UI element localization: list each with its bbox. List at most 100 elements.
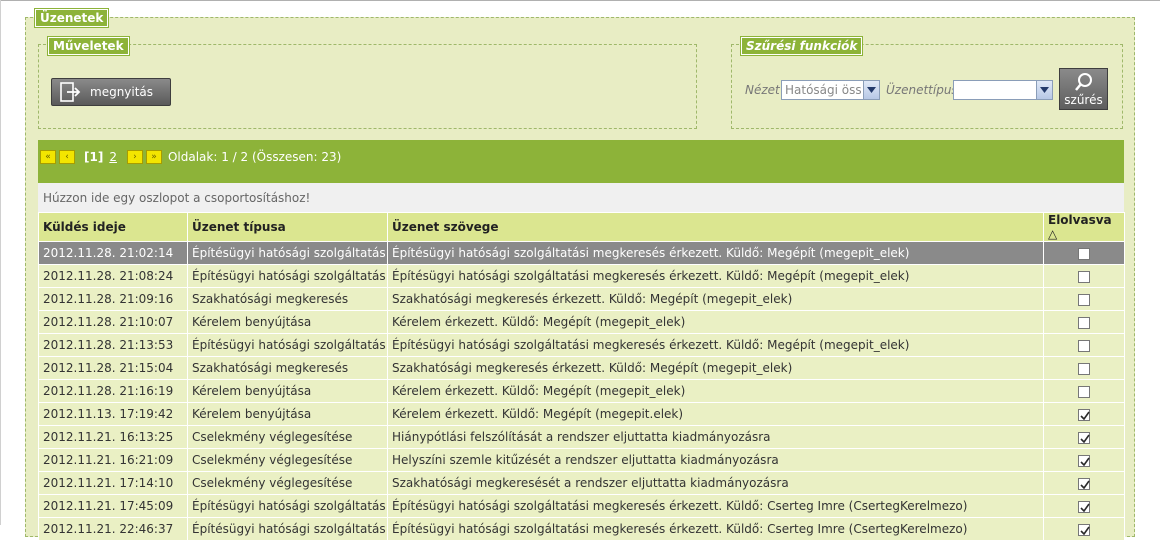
magnifier-icon (1074, 73, 1092, 91)
cell-type: Szakhatósági megkeresés (187, 356, 388, 380)
view-select[interactable]: Hatósági öss (781, 80, 880, 100)
cell-read (1043, 425, 1125, 449)
read-checkbox[interactable] (1078, 339, 1090, 352)
cell-text: Kérelem érkezett. Küldő: Megépít (megepi… (387, 402, 1044, 426)
cell-text: Hiánypótlási felszólítását a rendszer el… (387, 425, 1044, 449)
cell-type: Cselekmény véglegesítése (187, 471, 388, 495)
read-checkbox[interactable] (1078, 408, 1090, 421)
read-checkbox[interactable] (1078, 385, 1090, 398)
table-row[interactable]: 2012.11.28. 21:09:16 Szakhatósági megkere… (38, 287, 1125, 311)
cell-text: Építésügyi hatósági szolgáltatási megker… (387, 241, 1044, 265)
filter-button-label: szűrés (1064, 93, 1103, 107)
cell-type: Építésügyi hatósági szolgáltatás (187, 494, 388, 518)
cell-type: Építésügyi hatósági szolgáltatás (187, 517, 388, 541)
open-document-icon (60, 82, 81, 102)
open-button[interactable]: megnyitás (51, 78, 171, 106)
page-2-link[interactable]: 2 (109, 150, 117, 164)
table-row[interactable]: 2012.11.28. 21:10:07 Kérelem benyújtása Ké… (38, 310, 1125, 334)
table-row[interactable]: 2012.11.28. 21:08:24 Építésügyi hatósági … (38, 264, 1125, 288)
read-checkbox[interactable] (1078, 247, 1090, 260)
table-row[interactable]: 2012.11.13. 17:19:42 Kérelem benyújtása Ké… (38, 402, 1125, 426)
cell-text: Építésügyi hatósági szolgáltatási megker… (387, 494, 1044, 518)
table-row[interactable]: 2012.11.21. 16:13:25 Cselekmény véglegesí… (38, 425, 1125, 449)
filter-button[interactable]: szűrés (1059, 68, 1108, 110)
open-button-label: megnyitás (90, 85, 154, 99)
read-checkbox[interactable] (1078, 454, 1090, 467)
chevron-down-icon (1036, 81, 1052, 99)
cell-sent: 2012.11.21. 17:14:10 (38, 471, 188, 495)
cell-read (1043, 356, 1125, 380)
table-row[interactable]: 2012.11.21. 16:21:09 Cselekmény véglegesí… (38, 448, 1125, 472)
cell-read (1043, 471, 1125, 495)
first-page-button[interactable]: « (40, 150, 56, 164)
last-page-button[interactable]: » (145, 150, 162, 164)
table-row[interactable]: 2012.11.28. 21:13:53 Építésügyi hatósági … (38, 333, 1125, 357)
table-row[interactable]: 2012.11.28. 21:15:04 Szakhatósági megkere… (38, 356, 1125, 380)
table-row[interactable]: 2012.11.28. 21:02:14 Építésügyi hatósági … (38, 241, 1125, 265)
check-icon (1080, 411, 1090, 420)
prev-page-button[interactable]: ‹ (59, 150, 75, 164)
table-row[interactable]: 2012.11.21. 17:45:09 Építésügyi hatósági … (38, 494, 1125, 518)
cell-text: Szakhatósági megkeresését a rendszer elj… (387, 471, 1044, 495)
cell-text: Szakhatósági megkeresés érkezett. Küldő:… (387, 287, 1044, 311)
check-icon (1080, 503, 1090, 512)
cell-text: Építésügyi hatósági szolgáltatási megker… (387, 517, 1044, 541)
cell-sent: 2012.11.13. 17:19:42 (38, 402, 188, 426)
group-drop-area[interactable]: Húzzon ide egy oszlopot a csoportosításh… (38, 183, 1124, 212)
column-header-sent[interactable]: Küldés ideje (38, 212, 188, 242)
message-type-select[interactable] (953, 80, 1053, 100)
cell-type: Kérelem benyújtása (187, 402, 388, 426)
read-checkbox[interactable] (1078, 362, 1090, 375)
read-checkbox[interactable] (1078, 270, 1090, 283)
cell-read (1043, 310, 1125, 334)
cell-text: Kérelem érkezett. Küldő: Megépít (megepi… (387, 310, 1044, 334)
cell-read (1043, 264, 1125, 288)
cell-read (1043, 402, 1125, 426)
read-checkbox[interactable] (1078, 500, 1090, 513)
column-header-text[interactable]: Üzenet szövege (387, 212, 1044, 242)
cell-read (1043, 494, 1125, 518)
read-checkbox[interactable] (1078, 477, 1090, 490)
read-checkbox[interactable] (1078, 293, 1090, 306)
top-border (0, 0, 1160, 1)
table-row[interactable]: 2012.11.28. 21:16:19 Kérelem benyújtása Ké… (38, 379, 1125, 403)
next-page-button[interactable]: › (126, 150, 143, 164)
current-page: [1] (84, 150, 104, 164)
message-type-label: Üzenettípus (886, 83, 958, 97)
page-info: Oldalak: 1 / 2 (Összesen: 23) (167, 150, 342, 164)
check-icon (1080, 480, 1090, 489)
chevron-down-icon (863, 81, 879, 99)
cell-type: Építésügyi hatósági szolgáltatás (187, 333, 388, 357)
filter-panel-title: Szűrési funkciók (739, 36, 864, 56)
cell-sent: 2012.11.28. 21:10:07 (38, 310, 188, 334)
messages-panel-title: Üzenetek (33, 8, 110, 28)
table-header-row: Küldés ideje Üzenet típusa Üzenet szöveg… (38, 212, 1125, 242)
sort-ascending-icon: △ (1048, 227, 1058, 241)
check-icon (1080, 526, 1090, 535)
cell-sent: 2012.11.21. 16:21:09 (38, 448, 188, 472)
cell-text: Kérelem érkezett. Küldő: Megépít (megepi… (387, 379, 1044, 403)
cell-read (1043, 333, 1125, 357)
cell-sent: 2012.11.21. 22:46:37 (38, 517, 188, 541)
cell-type: Cselekmény véglegesítése (187, 448, 388, 472)
read-checkbox[interactable] (1078, 431, 1090, 444)
cell-type: Kérelem benyújtása (187, 310, 388, 334)
cell-read (1043, 379, 1125, 403)
read-checkbox[interactable] (1078, 523, 1090, 536)
column-header-read[interactable]: Elolvasva △ (1043, 212, 1125, 242)
cell-text: Építésügyi hatósági szolgáltatási megker… (387, 333, 1044, 357)
table-row[interactable]: 2012.11.21. 17:14:10 Cselekmény véglegesí… (38, 471, 1125, 495)
pager-bar: « ‹ [1] 2 › » Oldalak: 1 / 2 (Összesen: … (38, 140, 1124, 183)
cell-read (1043, 448, 1125, 472)
cell-read (1043, 241, 1125, 265)
view-select-value: Hatósági öss (785, 83, 862, 97)
actions-panel-title: Műveletek (47, 36, 130, 56)
cell-type: Építésügyi hatósági szolgáltatás (187, 264, 388, 288)
cell-type: Szakhatósági megkeresés (187, 287, 388, 311)
table-row[interactable]: 2012.11.21. 22:46:37 Építésügyi hatósági … (38, 517, 1125, 541)
cell-sent: 2012.11.28. 21:09:16 (38, 287, 188, 311)
cell-read (1043, 517, 1125, 541)
cell-sent: 2012.11.21. 16:13:25 (38, 425, 188, 449)
read-checkbox[interactable] (1078, 316, 1090, 329)
column-header-type[interactable]: Üzenet típusa (187, 212, 388, 242)
